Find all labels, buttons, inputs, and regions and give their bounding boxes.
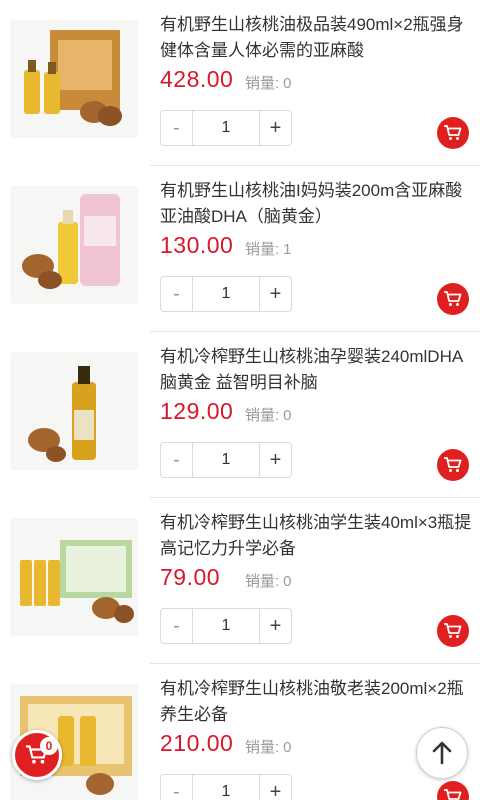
quantity-input[interactable]: 1 xyxy=(193,775,259,800)
sales-label: 销量: xyxy=(245,241,280,258)
increase-button[interactable]: + xyxy=(259,111,291,145)
product-title[interactable]: 有机野生山核桃油极品装490ml×2瓶强身健体含量人体必需的亚麻酸 xyxy=(160,12,472,64)
back-to-top-button[interactable] xyxy=(416,727,468,779)
add-to-cart-button[interactable] xyxy=(437,615,469,647)
sales-info: 销量: 0 xyxy=(245,72,292,93)
product-image[interactable] xyxy=(10,20,138,138)
sales-count: 0 xyxy=(283,573,292,590)
sales-info: 销量: 0 xyxy=(245,736,292,757)
decrease-button[interactable]: - xyxy=(161,111,193,145)
cart-icon xyxy=(444,789,462,800)
quantity-input[interactable]: 1 xyxy=(193,277,259,311)
sales-count: 0 xyxy=(283,407,292,424)
sales-label: 销量: xyxy=(245,75,280,92)
product-image[interactable] xyxy=(10,186,138,304)
product-image[interactable] xyxy=(10,352,138,470)
quantity-input[interactable]: 1 xyxy=(193,443,259,477)
cart-count-badge: 0 xyxy=(40,737,58,755)
product-item[interactable]: 有机冷榨野生山核桃油学生装40ml×3瓶提高记忆力升学必备 79.00 销量: 0… xyxy=(0,498,480,664)
add-to-cart-button[interactable] xyxy=(437,781,469,800)
quantity-stepper: - 1 + xyxy=(160,774,292,800)
product-title[interactable]: 有机冷榨野生山核桃油敬老装200ml×2瓶养生必备 xyxy=(160,676,472,728)
increase-button[interactable]: + xyxy=(259,775,291,800)
add-to-cart-button[interactable] xyxy=(437,449,469,481)
cart-icon xyxy=(444,291,462,306)
product-item[interactable]: 有机野生山核桃油I妈妈装200m含亚麻酸亚油酸DHA（脑黄金） 130.00 销… xyxy=(0,166,480,332)
increase-button[interactable]: + xyxy=(259,443,291,477)
cart-icon xyxy=(444,623,462,638)
sales-info: 销量: 1 xyxy=(245,238,292,259)
increase-button[interactable]: + xyxy=(259,277,291,311)
product-price: 129.00 xyxy=(160,398,234,424)
decrease-button[interactable]: - xyxy=(161,277,193,311)
quantity-input[interactable]: 1 xyxy=(193,609,259,643)
cart-icon xyxy=(444,125,462,140)
quantity-input[interactable]: 1 xyxy=(193,111,259,145)
product-item[interactable]: 有机冷榨野生山核桃油孕婴装240mlDHA脑黄金 益智明目补脑 129.00 销… xyxy=(0,332,480,498)
product-list: 有机野生山核桃油极品装490ml×2瓶强身健体含量人体必需的亚麻酸 428.00… xyxy=(0,0,480,800)
add-to-cart-button[interactable] xyxy=(437,283,469,315)
quantity-stepper: - 1 + xyxy=(160,276,292,312)
sales-count: 0 xyxy=(283,75,292,92)
product-price: 210.00 xyxy=(160,730,234,756)
product-title[interactable]: 有机冷榨野生山核桃油学生装40ml×3瓶提高记忆力升学必备 xyxy=(160,510,472,562)
sales-count: 1 xyxy=(283,241,292,258)
decrease-button[interactable]: - xyxy=(161,775,193,800)
sales-label: 销量: xyxy=(245,573,280,590)
product-image[interactable] xyxy=(10,518,138,636)
product-item[interactable]: 有机野生山核桃油极品装490ml×2瓶强身健体含量人体必需的亚麻酸 428.00… xyxy=(0,0,480,166)
sales-info: 销量: 0 xyxy=(245,404,292,425)
decrease-button[interactable]: - xyxy=(161,443,193,477)
sales-count: 0 xyxy=(283,739,292,756)
floating-cart-button[interactable]: 0 xyxy=(12,730,62,780)
quantity-stepper: - 1 + xyxy=(160,442,292,478)
arrow-up-icon xyxy=(432,741,452,765)
product-title[interactable]: 有机野生山核桃油I妈妈装200m含亚麻酸亚油酸DHA（脑黄金） xyxy=(160,178,472,230)
cart-icon xyxy=(444,457,462,472)
add-to-cart-button[interactable] xyxy=(437,117,469,149)
sales-label: 销量: xyxy=(245,739,280,756)
product-item[interactable]: 有机冷榨野生山核桃油敬老装200ml×2瓶养生必备 210.00 销量: 0 - … xyxy=(0,664,480,800)
product-price: 79.00 xyxy=(160,564,221,590)
product-price: 130.00 xyxy=(160,232,234,258)
quantity-stepper: - 1 + xyxy=(160,110,292,146)
increase-button[interactable]: + xyxy=(259,609,291,643)
sales-label: 销量: xyxy=(245,407,280,424)
quantity-stepper: - 1 + xyxy=(160,608,292,644)
sales-info: 销量: 0 xyxy=(245,570,292,591)
product-title[interactable]: 有机冷榨野生山核桃油孕婴装240mlDHA脑黄金 益智明目补脑 xyxy=(160,344,472,396)
decrease-button[interactable]: - xyxy=(161,609,193,643)
product-price: 428.00 xyxy=(160,66,234,92)
